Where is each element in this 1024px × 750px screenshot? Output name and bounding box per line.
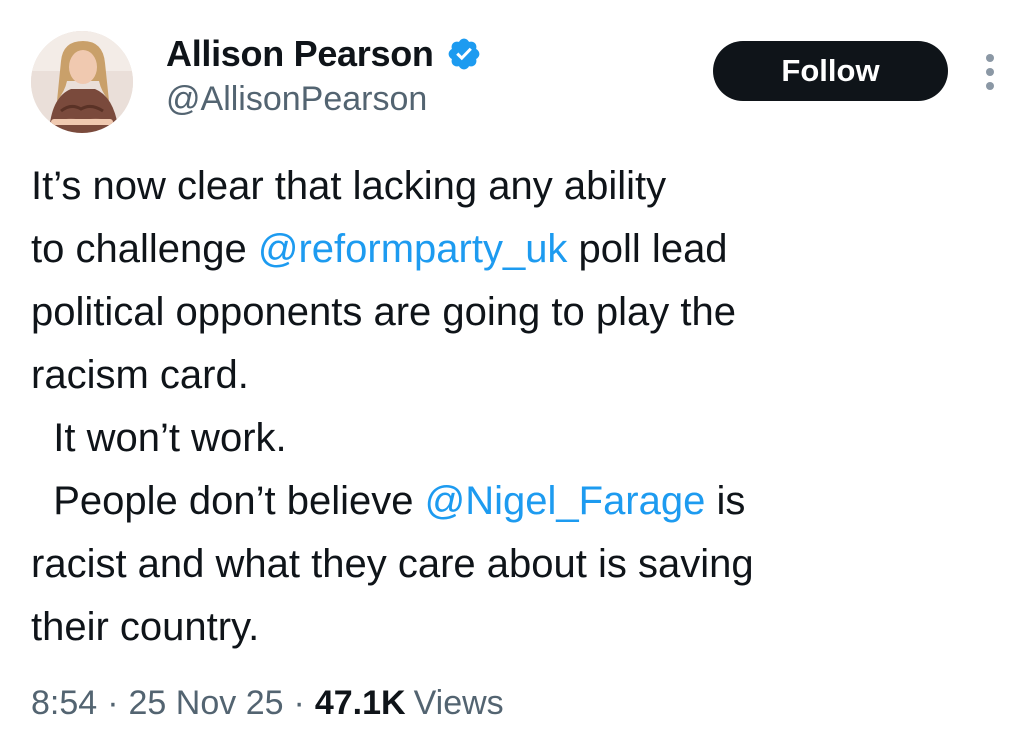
more-vertical-icon xyxy=(986,54,994,90)
verified-badge-icon[interactable] xyxy=(446,36,482,72)
author-name-row: Allison Pearson xyxy=(166,30,482,78)
author-handle[interactable]: @AllisonPearson xyxy=(166,80,427,119)
tweet-text-segment: political opponents are going to play th… xyxy=(31,290,736,334)
tweet-text: It’s now clear that lacking any ability t… xyxy=(31,155,991,659)
tweet-text-segment: to challenge xyxy=(31,227,258,271)
tweet-line: racist and what they care about is savin… xyxy=(31,533,991,596)
views-count[interactable]: 47.1K xyxy=(315,684,406,723)
tweet-metadata: 8:54 · 25 Nov 25 · 47.1K Views xyxy=(31,677,504,729)
tweet-text-segment: their country. xyxy=(31,605,260,649)
avatar-photo xyxy=(31,31,133,133)
mention-link[interactable]: @reformparty_uk xyxy=(258,227,568,271)
tweet-line: It’s now clear that lacking any ability xyxy=(31,155,991,218)
follow-button[interactable]: Follow xyxy=(713,41,948,101)
author-display-name[interactable]: Allison Pearson xyxy=(166,33,434,75)
tweet-date[interactable]: 25 Nov 25 xyxy=(129,684,284,723)
tweet-line: political opponents are going to play th… xyxy=(31,281,991,344)
tweet-text-segment: People don’t believe xyxy=(31,479,425,523)
tweet-text-segment: racism card. xyxy=(31,353,249,397)
avatar[interactable] xyxy=(31,31,133,133)
tweet-time[interactable]: 8:54 xyxy=(31,684,97,723)
tweet-line: their country. xyxy=(31,596,991,659)
tweet-text-segment: It won’t work. xyxy=(31,416,287,460)
meta-separator: · xyxy=(107,683,119,722)
meta-separator: · xyxy=(293,683,305,722)
mention-link[interactable]: @Nigel_Farage xyxy=(425,479,706,523)
views-label[interactable]: Views xyxy=(414,684,504,723)
tweet-text-segment: It’s now clear that lacking any ability xyxy=(31,164,667,208)
tweet-text-segment: poll lead xyxy=(567,227,728,271)
tweet-line: to challenge @reformparty_uk poll lead xyxy=(31,218,991,281)
tweet-line: People don’t believe @Nigel_Farage is xyxy=(31,470,991,533)
tweet-text-segment: is xyxy=(705,479,746,523)
tweet-line: racism card. xyxy=(31,344,991,407)
tweet-text-segment: racist and what they care about is savin… xyxy=(31,542,754,586)
more-options-button[interactable] xyxy=(976,50,1004,94)
tweet-line: It won’t work. xyxy=(31,407,991,470)
